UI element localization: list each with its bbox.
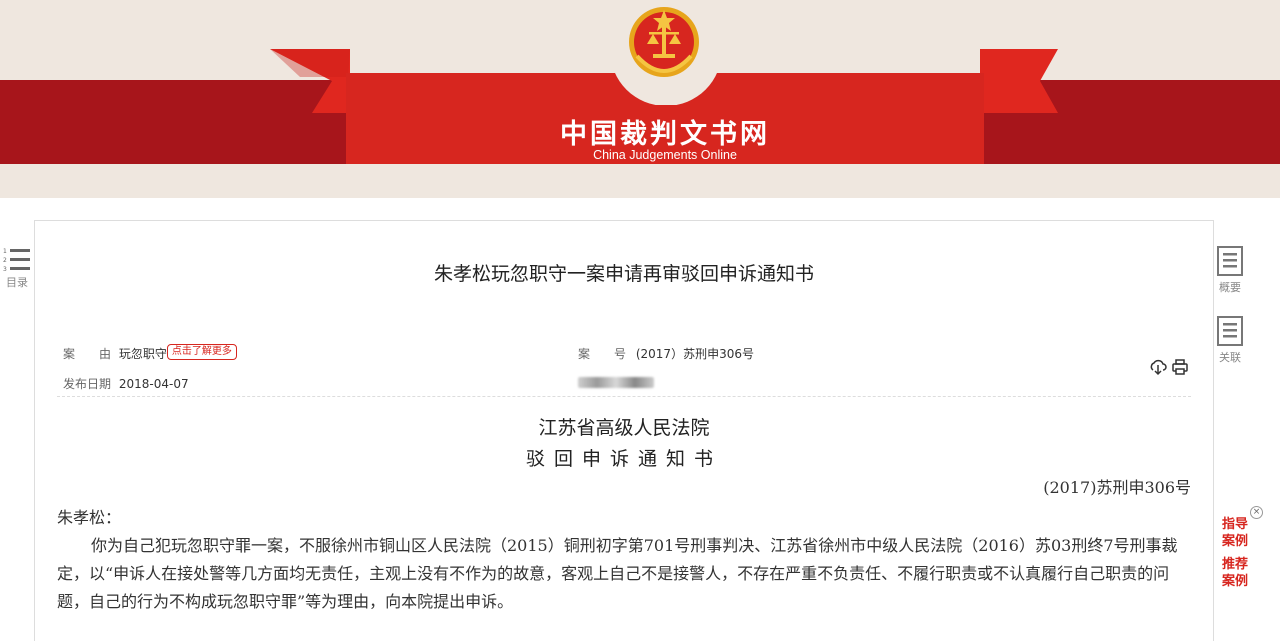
court-name: 江苏省高级人民法院 bbox=[538, 417, 710, 439]
site-subtitle: China Judgements Online bbox=[593, 148, 737, 162]
view-count-blurred bbox=[578, 377, 654, 391]
toc-label: 目录 bbox=[6, 276, 28, 289]
toc-icon: 1 2 3 bbox=[3, 248, 30, 273]
publish-date: 发布日期 2018-04-07 bbox=[63, 375, 189, 392]
toc-button[interactable]: 1 2 3 目录 bbox=[0, 245, 34, 290]
summary-button[interactable]: 概要 bbox=[1212, 246, 1248, 295]
svg-text:1: 1 bbox=[3, 248, 7, 255]
site-title[interactable]: 中国裁判文书网 bbox=[346, 112, 984, 151]
document-body: 朱孝松： 你为自己犯玩忽职守罪一案，不服徐州市铜山区人民法院（2015）铜刑初字… bbox=[57, 504, 1193, 616]
recommend-label-1: 推荐 bbox=[1221, 557, 1248, 572]
case-number-value: (2017）苏刑申306号 bbox=[635, 347, 754, 361]
site-header: 中国裁判文书网 China Judgements Online bbox=[0, 0, 1280, 198]
svg-text:2: 2 bbox=[3, 257, 7, 264]
document-card: 朱孝松玩忽职守一案申请再审驳回申诉通知书 案 由 玩忽职守 点击了解更多 案 号 … bbox=[34, 220, 1214, 641]
related-label: 关联 bbox=[1219, 351, 1241, 364]
court-emblem bbox=[629, 7, 699, 77]
case-number-label: 案 号 bbox=[578, 347, 627, 361]
ribbon-left bbox=[270, 49, 350, 113]
document-number: (2017)苏刑申306号 bbox=[1043, 478, 1191, 497]
case-number: 案 号 (2017）苏刑申306号 bbox=[578, 345, 754, 362]
summary-label: 概要 bbox=[1219, 281, 1241, 294]
related-icon bbox=[1217, 316, 1243, 346]
related-button[interactable]: 关联 bbox=[1212, 316, 1248, 365]
guide-label-2: 案例 bbox=[1221, 534, 1248, 549]
learn-more-tag[interactable]: 点击了解更多 bbox=[166, 344, 237, 360]
case-cause-label: 案 由 bbox=[63, 347, 112, 361]
guide-cases-link[interactable]: 指导 案例 推荐 案例 bbox=[1215, 516, 1255, 590]
case-cause-value[interactable]: 玩忽职守 bbox=[119, 347, 167, 361]
addressee: 朱孝松： bbox=[57, 508, 122, 527]
publish-date-value: 2018-04-07 bbox=[118, 377, 189, 391]
document-title: 朱孝松玩忽职守一案申请再审驳回申诉通知书 bbox=[433, 263, 814, 285]
summary-icon bbox=[1217, 246, 1243, 276]
document-type: 驳回申诉通知书 bbox=[525, 448, 722, 470]
publish-date-label: 发布日期 bbox=[63, 377, 112, 391]
print-icon[interactable] bbox=[1171, 358, 1189, 376]
recommend-label-2: 案例 bbox=[1221, 574, 1248, 589]
divider bbox=[57, 396, 1191, 397]
svg-text:3: 3 bbox=[3, 266, 7, 273]
download-icon[interactable] bbox=[1149, 358, 1167, 376]
blurred-text bbox=[578, 377, 654, 388]
body-paragraph: 你为自己犯玩忽职守罪一案，不服徐州市铜山区人民法院（2015）铜刑初字第701号… bbox=[57, 536, 1178, 611]
case-cause: 案 由 玩忽职守 点击了解更多 bbox=[63, 344, 237, 364]
guide-label-1: 指导 bbox=[1221, 517, 1248, 532]
